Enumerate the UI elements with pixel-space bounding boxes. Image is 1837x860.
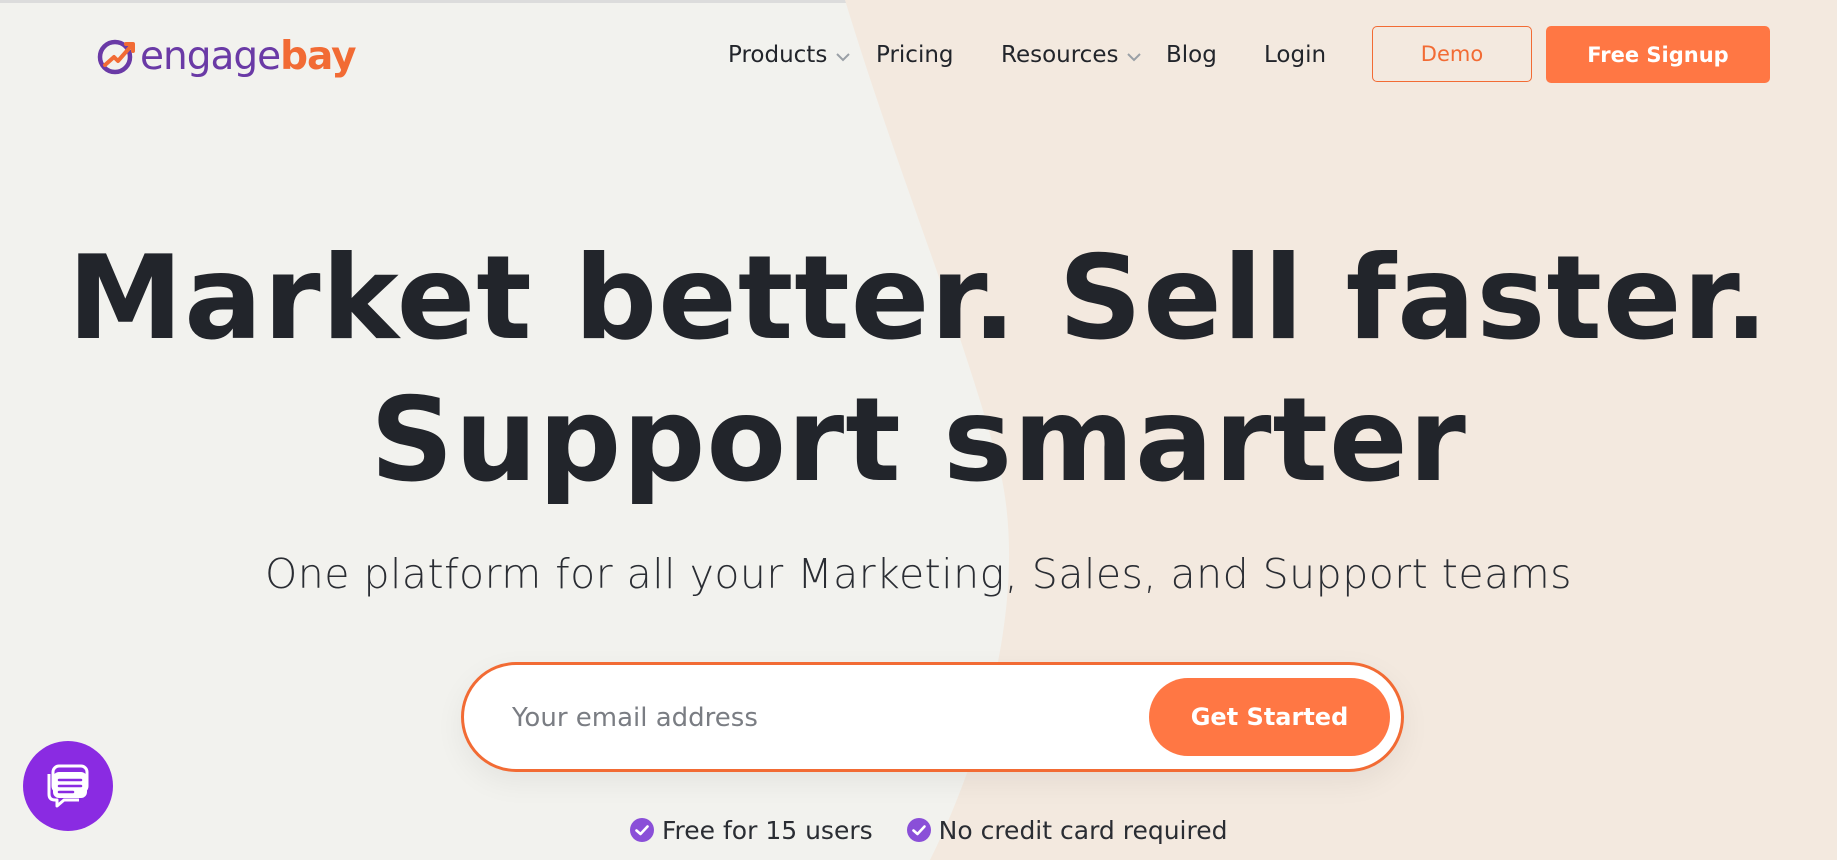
headline-line-1: Market better. Sell faster.: [67, 231, 1770, 366]
chat-widget-button[interactable]: [23, 741, 113, 831]
hero-subtitle: One platform for all your Marketing, Sal…: [264, 550, 1572, 598]
headline-line-2: Support smarter: [370, 373, 1467, 508]
nav-resources-label: Resources: [1001, 42, 1119, 68]
nav-pricing[interactable]: Pricing: [876, 38, 954, 72]
brand-logo[interactable]: engagebay: [96, 30, 357, 82]
perk-item: No credit card required: [906, 815, 1228, 845]
nav-blog[interactable]: Blog: [1166, 38, 1217, 72]
email-signup-form: Get Started: [461, 662, 1404, 772]
perk-label: Free for 15 users: [662, 815, 873, 845]
free-signup-button[interactable]: Free Signup: [1546, 26, 1770, 83]
chevron-down-icon: [1127, 53, 1142, 62]
perk-label: No credit card required: [938, 815, 1228, 845]
chevron-down-icon: [836, 53, 851, 62]
nav-pricing-label: Pricing: [876, 42, 954, 68]
nav-products[interactable]: Products: [728, 38, 851, 72]
email-input[interactable]: [510, 693, 1094, 743]
check-circle-icon: [630, 818, 654, 842]
brand-name: engagebay: [140, 33, 357, 79]
nav-blog-label: Blog: [1166, 42, 1217, 68]
check-circle-icon: [906, 818, 931, 842]
get-started-button[interactable]: Get Started: [1149, 678, 1390, 756]
nav-login-label: Login: [1264, 42, 1327, 68]
hero-headline: Market better. Sell faster. Support smar…: [0, 228, 1837, 512]
nav-resources[interactable]: Resources: [1001, 38, 1142, 72]
nav-products-label: Products: [728, 42, 828, 68]
chat-icon: [47, 764, 89, 808]
perks-list: Free for 15 users No credit card require…: [630, 812, 1261, 848]
demo-button[interactable]: Demo: [1372, 26, 1532, 82]
perk-item: Free for 15 users: [630, 816, 873, 845]
nav-login[interactable]: Login: [1264, 38, 1326, 72]
logo-mark-icon: [97, 39, 135, 75]
